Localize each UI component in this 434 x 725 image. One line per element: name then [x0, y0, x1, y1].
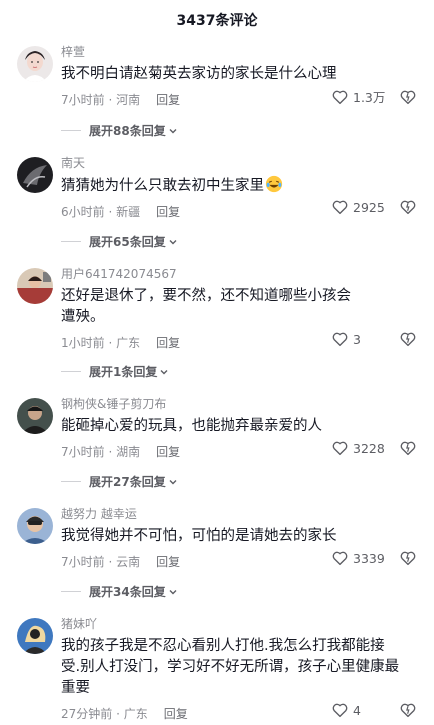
comment-actions: 3228 — [331, 439, 417, 457]
divider — [61, 591, 81, 592]
thumbs-down-heart-icon — [400, 332, 416, 347]
laughing-tears-emoji — [265, 175, 283, 193]
expand-replies-label: 展开88条回复 — [89, 124, 166, 138]
comment-time-location: 1小时前 · 广东 — [61, 335, 141, 350]
like-button[interactable]: 1.3万 — [331, 87, 389, 106]
comment-text: 我觉得她并不可怕，可怕的是请她去的家长 — [61, 528, 337, 544]
comment-text: 猜猜她为什么只敢去初中生家里 — [61, 175, 396, 197]
comment-time-location: 7小时前 · 河南 — [61, 92, 141, 107]
avatar[interactable] — [17, 618, 53, 654]
comment-username[interactable]: 猪妹吖 — [61, 616, 414, 632]
expand-replies-label: 展开34条回复 — [89, 585, 166, 599]
comment-time-location: 7小时前 · 云南 — [61, 554, 141, 569]
comment-username[interactable]: 越努力 越幸运 — [61, 506, 396, 522]
heart-outline-icon — [332, 200, 348, 215]
comment-time-location: 6小时前 · 新疆 — [61, 204, 141, 219]
comments-header: 3437条评论 — [0, 0, 434, 40]
avatar[interactable] — [17, 268, 53, 304]
heart-outline-icon — [332, 551, 348, 566]
expand-replies-button[interactable]: 展开27条回复 — [61, 473, 178, 490]
divider — [61, 241, 81, 242]
dislike-button[interactable] — [399, 198, 417, 216]
like-count: 3339 — [353, 550, 385, 566]
divider — [61, 481, 81, 482]
thumbs-down-heart-icon — [400, 441, 416, 456]
like-count: 1.3万 — [353, 90, 386, 105]
reply-button[interactable]: 回复 — [156, 443, 180, 460]
expand-replies-button[interactable]: 展开88条回复 — [61, 122, 178, 139]
like-count: 3 — [353, 331, 361, 347]
avatar[interactable] — [17, 46, 53, 82]
heart-outline-icon — [332, 90, 348, 104]
avatar[interactable] — [17, 157, 53, 193]
comment-text: 能砸掉心爱的玩具，也能抛弃最亲爱的人 — [61, 418, 322, 434]
like-button[interactable]: 3 — [331, 330, 389, 348]
dislike-button[interactable] — [399, 439, 417, 457]
like-count: 2925 — [353, 199, 385, 215]
comment-time-location: 7小时前 · 湖南 — [61, 444, 141, 459]
divider — [61, 371, 81, 372]
comment-text-body: 猜猜她为什么只敢去初中生家里 — [61, 178, 264, 194]
comment-time-location: 27分钟前 · 广东 — [61, 706, 148, 721]
chevron-down-icon — [169, 479, 177, 484]
like-button[interactable]: 3228 — [331, 439, 389, 457]
thumbs-down-heart-icon — [400, 703, 416, 718]
like-button[interactable]: 2925 — [331, 198, 389, 216]
divider — [61, 130, 81, 131]
comment-actions: 3 — [331, 330, 417, 348]
expand-replies-label: 展开1条回复 — [89, 365, 158, 379]
reply-button[interactable]: 回复 — [156, 334, 180, 351]
dislike-button[interactable] — [399, 549, 417, 567]
comment-text: 我的孩子我是不忍心看别人打他.我怎么打我都能接受.别人打没门，学习好不好无所谓，… — [61, 638, 400, 696]
heart-outline-icon — [332, 332, 348, 347]
like-button[interactable]: 3339 — [331, 549, 389, 567]
thumbs-down-heart-icon — [400, 200, 416, 215]
comment-text: 还好是退休了，要不然，还不知道哪些小孩会遭殃。 — [61, 288, 351, 325]
chevron-down-icon — [169, 239, 177, 244]
expand-replies-button[interactable]: 展开34条回复 — [61, 583, 178, 600]
thumbs-down-heart-icon — [400, 551, 416, 566]
expand-replies-button[interactable]: 展开65条回复 — [61, 233, 178, 250]
dislike-button[interactable] — [399, 701, 417, 719]
comment-actions: 1.3万 — [331, 87, 417, 106]
comment-username[interactable]: 用户641742074567 — [61, 266, 396, 282]
comment-count-title: 3437条评论 — [176, 13, 258, 29]
comment-actions: 4 — [331, 701, 417, 719]
chevron-down-icon — [169, 128, 177, 133]
reply-button[interactable]: 回复 — [156, 553, 180, 570]
expand-replies-button[interactable]: 展开1条回复 — [61, 363, 169, 380]
thumbs-down-heart-icon — [400, 90, 416, 104]
comment-username[interactable]: 梓萱 — [61, 44, 396, 60]
dislike-button[interactable] — [399, 330, 417, 348]
comment-username[interactable]: 南天 — [61, 155, 396, 171]
comment-actions: 2925 — [331, 198, 417, 216]
reply-button[interactable]: 回复 — [156, 91, 180, 108]
reply-button[interactable]: 回复 — [156, 203, 180, 220]
expand-replies-label: 展开65条回复 — [89, 235, 166, 249]
avatar[interactable] — [17, 508, 53, 544]
reply-button[interactable]: 回复 — [164, 705, 188, 722]
comment-actions: 3339 — [331, 549, 417, 567]
dislike-button[interactable] — [399, 88, 417, 106]
like-count: 4 — [353, 702, 361, 718]
like-count: 3228 — [353, 440, 385, 456]
avatar[interactable] — [17, 398, 53, 434]
comment-text: 我不明白请赵菊英去家访的家长是什么心理 — [61, 66, 337, 82]
like-button[interactable]: 4 — [331, 701, 389, 719]
heart-outline-icon — [332, 703, 348, 718]
expand-replies-label: 展开27条回复 — [89, 475, 166, 489]
comment-username[interactable]: 钢枸侠&锤子剪刀布 — [61, 396, 396, 412]
chevron-down-icon — [169, 589, 177, 594]
chevron-down-icon — [160, 369, 168, 374]
heart-outline-icon — [332, 441, 348, 456]
